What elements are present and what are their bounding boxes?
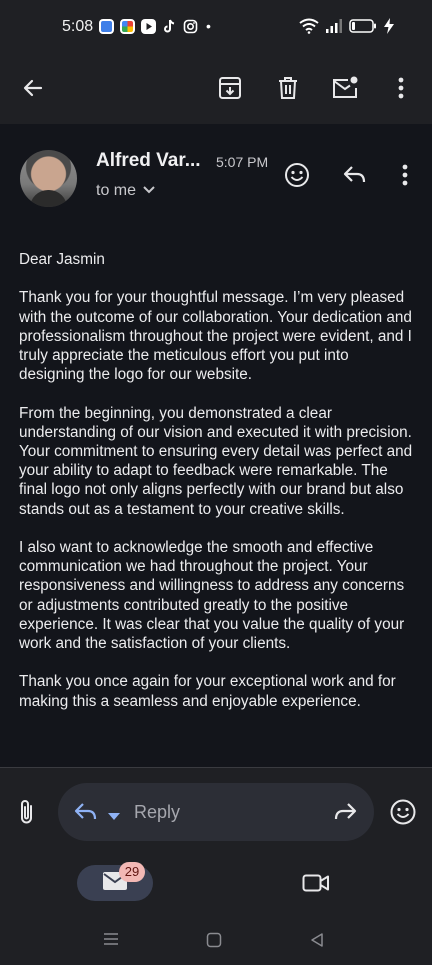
notification-dot: • — [206, 18, 211, 34]
battery-icon — [349, 19, 377, 38]
body-paragraph: I also want to acknowledge the smooth an… — [19, 539, 405, 653]
unread-count-badge: 29 — [119, 862, 145, 882]
email-body: Dear Jasmin Thank you for your thoughtfu… — [19, 250, 415, 730]
youtube-icon — [141, 19, 156, 34]
tiktok-icon — [162, 19, 177, 34]
back-icon[interactable] — [310, 932, 324, 953]
email-toolbar — [0, 56, 432, 124]
reply-placeholder: Reply — [134, 802, 181, 822]
sender-avatar[interactable] — [20, 150, 77, 207]
home-icon[interactable] — [206, 932, 222, 953]
sender-name: Alfred Var... — [96, 150, 201, 171]
photos-icon — [120, 19, 135, 34]
body-paragraph: From the beginning, you demonstrated a c… — [19, 404, 413, 518]
body-paragraph: Thank you for your thoughtful message. I… — [19, 289, 412, 384]
signal-icon — [326, 19, 342, 38]
status-indicators — [299, 18, 394, 39]
nav-meet-tab[interactable] — [302, 873, 330, 898]
status-app-icons: • — [99, 19, 211, 34]
bottom-navigation: 29 — [0, 855, 432, 915]
attachment-icon[interactable] — [16, 798, 38, 831]
body-paragraph: Thank you once again for your exceptiona… — [19, 673, 396, 710]
instagram-icon — [183, 19, 198, 34]
sent-time: 5:07 PM — [216, 154, 269, 170]
email-content: Alfred Var... 5:07 PM to me Dear Jasmin … — [0, 124, 432, 767]
delete-icon[interactable] — [272, 72, 304, 104]
system-navigation-bar — [0, 915, 432, 965]
back-arrow-icon[interactable] — [17, 72, 49, 104]
reply-mode-icon[interactable] — [74, 801, 98, 828]
message-more-icon[interactable] — [388, 158, 422, 192]
reply-icon[interactable] — [338, 158, 372, 192]
emoji-reaction-icon[interactable] — [280, 158, 314, 192]
wifi-icon — [299, 18, 319, 39]
forward-icon[interactable] — [332, 801, 358, 828]
charging-icon — [384, 18, 394, 39]
video-camera-icon — [302, 874, 330, 897]
archive-icon[interactable] — [214, 72, 246, 104]
caret-down-icon[interactable] — [108, 808, 120, 826]
reply-compose-box[interactable]: Reply — [58, 783, 374, 841]
chevron-down-icon — [142, 182, 156, 200]
status-bar: 5:08 • — [0, 0, 432, 56]
recipient-label: to me — [96, 182, 137, 199]
recent-apps-icon[interactable] — [103, 932, 119, 951]
greeting: Dear Jasmin — [19, 251, 105, 268]
mark-unread-icon[interactable] — [329, 72, 361, 104]
app-icon-blue — [99, 19, 114, 34]
emoji-icon[interactable] — [389, 798, 417, 831]
reply-bar: Reply — [0, 767, 432, 855]
recipient-details-toggle[interactable]: to me — [96, 182, 156, 200]
status-time: 5:08 — [62, 18, 94, 35]
more-vert-icon[interactable] — [385, 72, 417, 104]
